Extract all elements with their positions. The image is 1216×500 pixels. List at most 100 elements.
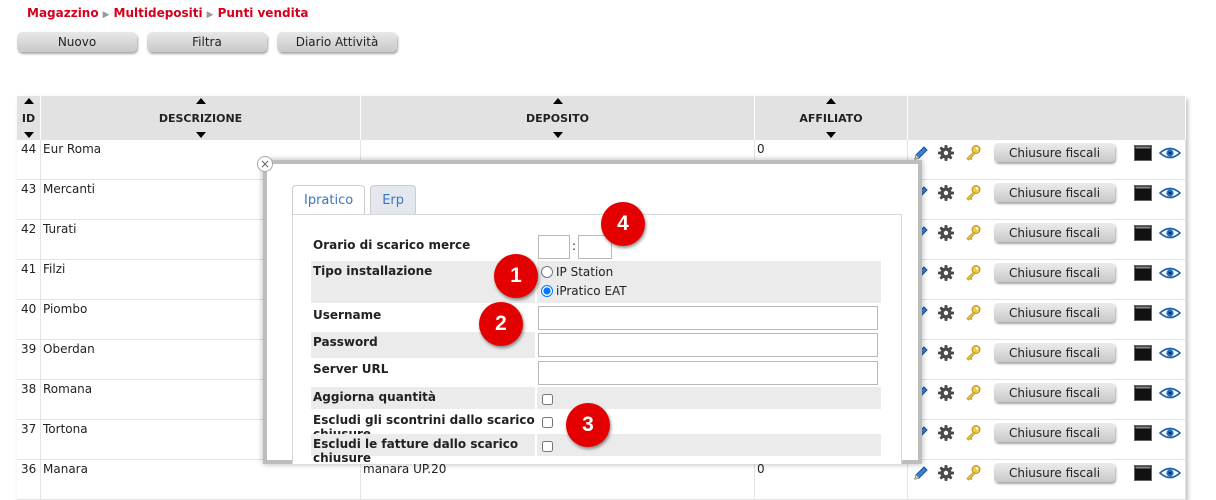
eye-icon[interactable]: [1159, 465, 1181, 481]
annotation-badge-3: 3: [566, 403, 610, 447]
row-id: 37: [17, 420, 41, 460]
sort-desc-icon[interactable]: [195, 132, 206, 138]
edit-pencil-icon[interactable]: [912, 464, 930, 482]
breadcrumb-punti-vendita[interactable]: Punti vendita: [218, 6, 309, 20]
eye-icon[interactable]: [1159, 305, 1181, 321]
row-id: 44: [17, 140, 41, 180]
eye-icon[interactable]: [1159, 225, 1181, 241]
chiusure-fiscali-button[interactable]: Chiusure fiscali: [994, 183, 1115, 202]
form-row-orario: Orario di scarico merce :: [311, 231, 881, 259]
username-value: [537, 305, 881, 331]
eye-icon[interactable]: [1159, 145, 1181, 161]
key-icon[interactable]: [964, 424, 982, 442]
tab-ipratico[interactable]: Ipratico: [292, 185, 366, 215]
orario-label: Orario di scarico merce: [313, 238, 471, 252]
terminal-icon[interactable]: [1134, 305, 1152, 321]
tab-erp[interactable]: Erp: [370, 185, 417, 215]
gear-icon[interactable]: [937, 344, 955, 362]
chiusure-fiscali-button[interactable]: Chiusure fiscali: [994, 343, 1115, 362]
modal-tabs: Ipratico Erp: [292, 185, 417, 215]
breadcrumb-magazzino[interactable]: Magazzino: [27, 6, 99, 20]
chiusure-fiscali-button[interactable]: Chiusure fiscali: [994, 263, 1115, 282]
terminal-icon[interactable]: [1134, 425, 1152, 441]
terminal-icon[interactable]: [1134, 465, 1152, 481]
filtra-button[interactable]: Filtra: [147, 32, 267, 52]
sort-desc-icon[interactable]: [826, 132, 836, 138]
key-icon[interactable]: [964, 304, 982, 322]
gear-icon[interactable]: [937, 384, 955, 402]
row-actions: Chiusure fiscali: [908, 340, 1186, 380]
sort-desc-icon[interactable]: [23, 132, 34, 138]
row-id: 42: [17, 220, 41, 260]
key-icon[interactable]: [964, 344, 982, 362]
chiusure-fiscali-button[interactable]: Chiusure fiscali: [994, 303, 1115, 322]
username-input[interactable]: [538, 306, 878, 330]
sort-asc-icon[interactable]: [552, 98, 563, 104]
chiusure-fiscali-button[interactable]: Chiusure fiscali: [994, 463, 1115, 482]
gear-icon[interactable]: [937, 464, 955, 482]
password-input[interactable]: [538, 333, 878, 357]
terminal-icon[interactable]: [1134, 265, 1152, 281]
terminal-icon[interactable]: [1134, 145, 1152, 161]
column-header-affiliato[interactable]: AFFILIATO: [755, 96, 908, 140]
eye-icon[interactable]: [1159, 385, 1181, 401]
chiusure-fiscali-button[interactable]: Chiusure fiscali: [994, 383, 1115, 402]
server-url-value: [537, 359, 881, 385]
chiusure-fiscali-button[interactable]: Chiusure fiscali: [994, 143, 1115, 162]
radio-ipratico-eat-input[interactable]: [541, 285, 553, 297]
row-deposito: manara UP.20: [361, 460, 755, 500]
key-icon[interactable]: [964, 184, 982, 202]
escludi-scontrini-checkbox[interactable]: [542, 417, 553, 428]
key-icon[interactable]: [964, 144, 982, 162]
gear-icon[interactable]: [937, 184, 955, 202]
nuovo-button[interactable]: Nuovo: [17, 32, 137, 52]
terminal-icon[interactable]: [1134, 225, 1152, 241]
eye-icon[interactable]: [1159, 265, 1181, 281]
gear-icon[interactable]: [937, 224, 955, 242]
gear-icon[interactable]: [937, 264, 955, 282]
chiusure-fiscali-button[interactable]: Chiusure fiscali: [994, 423, 1115, 442]
column-header-deposito[interactable]: DEPOSITO: [361, 96, 755, 140]
eye-icon[interactable]: [1159, 425, 1181, 441]
terminal-icon[interactable]: [1134, 385, 1152, 401]
server-url-input[interactable]: [538, 361, 878, 385]
gear-icon[interactable]: [937, 304, 955, 322]
orario-value: :: [537, 231, 881, 259]
table-row: 36 Manara manara UP.20 0 Chiusure fiscal…: [17, 460, 1186, 500]
sort-asc-icon[interactable]: [195, 98, 206, 104]
radio-ip-station[interactable]: IP Station: [541, 265, 613, 279]
server-url-label: Server URL: [313, 362, 389, 376]
key-icon[interactable]: [964, 264, 982, 282]
row-actions: Chiusure fiscali: [908, 420, 1186, 460]
eye-icon[interactable]: [1159, 185, 1181, 201]
aggiorna-quantita-checkbox[interactable]: [542, 394, 553, 405]
gear-icon[interactable]: [937, 144, 955, 162]
form-row-username: Username: [311, 305, 881, 331]
breadcrumb-separator: ▶: [102, 10, 110, 20]
diario-attivita-button[interactable]: Diario Attività: [277, 32, 397, 52]
row-descrizione: Manara: [41, 460, 361, 500]
orario-hours-input[interactable]: [538, 235, 570, 259]
radio-ipratico-eat[interactable]: iPratico EAT: [541, 284, 627, 298]
sort-desc-icon[interactable]: [552, 132, 563, 138]
column-header-id[interactable]: ID: [17, 96, 41, 140]
row-actions: Chiusure fiscali: [908, 460, 1186, 500]
sort-asc-icon[interactable]: [826, 98, 836, 104]
eye-icon[interactable]: [1159, 345, 1181, 361]
column-header-descrizione[interactable]: DESCRIZIONE: [41, 96, 361, 140]
breadcrumb-multidepositi[interactable]: Multidepositi: [114, 6, 203, 20]
chiusure-fiscali-button[interactable]: Chiusure fiscali: [994, 223, 1115, 242]
key-icon[interactable]: [964, 464, 982, 482]
close-icon[interactable]: ×: [257, 156, 273, 172]
escludi-fatture-checkbox[interactable]: [542, 441, 553, 452]
annotation-badge-1: 1: [494, 254, 538, 298]
terminal-icon[interactable]: [1134, 345, 1152, 361]
gear-icon[interactable]: [937, 424, 955, 442]
terminal-icon[interactable]: [1134, 185, 1152, 201]
key-icon[interactable]: [964, 224, 982, 242]
row-actions: Chiusure fiscali: [908, 260, 1186, 300]
aggiorna-quantita-label: Aggiorna quantità: [311, 387, 535, 409]
radio-ip-station-input[interactable]: [541, 266, 553, 278]
key-icon[interactable]: [964, 384, 982, 402]
sort-asc-icon[interactable]: [23, 98, 34, 104]
